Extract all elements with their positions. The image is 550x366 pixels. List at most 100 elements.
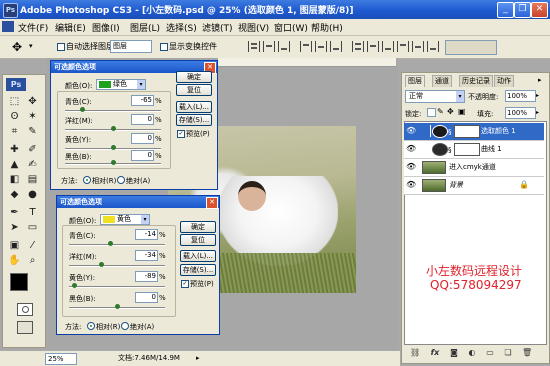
menu-select[interactable]: 选择(S) xyxy=(166,21,197,34)
cyan-slider[interactable] xyxy=(69,244,165,246)
black-value[interactable]: 0 xyxy=(131,150,154,161)
close-icon[interactable]: ✕ xyxy=(206,197,218,209)
healing-icon[interactable]: ✚ xyxy=(7,143,22,157)
menu-image[interactable]: 图像(I) xyxy=(92,21,120,34)
link-icon[interactable]: § xyxy=(448,128,452,136)
foreground-color[interactable] xyxy=(10,273,28,291)
auto-select-checkbox[interactable] xyxy=(57,43,65,51)
minimize-icon[interactable]: _ xyxy=(497,2,514,18)
eye-icon[interactable]: 👁 xyxy=(406,144,416,153)
tab-actions[interactable]: 动作 xyxy=(494,75,514,87)
eye-icon[interactable]: 👁 xyxy=(406,126,416,135)
new-layer-icon[interactable]: ❏ xyxy=(503,348,513,358)
cyan-slider-knob[interactable] xyxy=(79,107,85,112)
align-center-icon[interactable] xyxy=(315,41,327,52)
method-absolute-radio[interactable] xyxy=(121,322,129,330)
menu-layer[interactable]: 图层(L) xyxy=(130,21,160,34)
cyan-value[interactable]: -14 xyxy=(135,229,158,240)
path-select-icon[interactable]: ➤ xyxy=(7,221,22,235)
link-icon[interactable]: ⛓ xyxy=(410,348,420,358)
menu-edit[interactable]: 编辑(E) xyxy=(55,21,86,34)
black-slider-knob[interactable] xyxy=(111,160,116,165)
layer-row[interactable]: 👁 § 曲线 1 xyxy=(404,141,544,159)
load-button[interactable]: 载入(L)... xyxy=(176,101,212,113)
distribute-left-icon[interactable] xyxy=(397,41,409,52)
method-relative-radio[interactable] xyxy=(83,176,91,184)
mask-thumb[interactable] xyxy=(454,125,480,138)
magenta-slider[interactable] xyxy=(69,265,165,267)
move-icon[interactable]: ✥ xyxy=(12,40,22,54)
eyedropper-icon[interactable]: ⁄ xyxy=(25,239,40,253)
dodge-icon[interactable]: ● xyxy=(25,188,40,202)
quick-mask-icon[interactable] xyxy=(17,303,33,316)
yellow-slider[interactable] xyxy=(69,286,165,288)
crop-icon[interactable]: ⌗ xyxy=(7,125,22,139)
status-menu-icon[interactable]: ▸ xyxy=(196,354,200,362)
ok-button[interactable]: 确定 xyxy=(180,221,216,233)
magenta-value[interactable]: -34 xyxy=(135,250,158,261)
close-icon[interactable]: ✕ xyxy=(531,2,548,18)
align-right-icon[interactable] xyxy=(330,41,342,52)
zoom-icon[interactable]: ⌕ xyxy=(25,254,40,268)
opacity-field[interactable]: 100% xyxy=(505,90,536,102)
layer-row[interactable]: 👁 进入cmyk通道 xyxy=(404,159,544,177)
auto-select-dropdown[interactable]: 图层 xyxy=(110,40,152,53)
mask-icon[interactable]: ◙ xyxy=(449,348,459,358)
chevron-down-icon[interactable]: ▾ xyxy=(29,42,33,50)
method-absolute-radio[interactable] xyxy=(117,176,125,184)
menu-help[interactable]: 帮助(H) xyxy=(311,21,343,34)
eye-icon[interactable]: 👁 xyxy=(406,180,416,189)
align-middle-icon[interactable] xyxy=(263,41,275,52)
yellow-value[interactable]: 0 xyxy=(131,133,154,144)
color-select[interactable]: 绿色 ▾ xyxy=(96,79,146,90)
distribute-bottom-icon[interactable] xyxy=(382,41,394,52)
opacity-arrow-icon[interactable]: ▸ xyxy=(536,92,539,99)
zoom-field[interactable]: 25% xyxy=(45,353,77,365)
cyan-value[interactable]: -65 xyxy=(131,95,154,106)
yellow-value[interactable]: -89 xyxy=(135,271,158,282)
hand-icon[interactable]: ✋ xyxy=(7,254,22,268)
layer-row[interactable]: 👁 背景 🔒 xyxy=(404,177,544,195)
method-relative-radio[interactable] xyxy=(87,322,95,330)
link-icon[interactable]: § xyxy=(448,146,452,154)
history-brush-icon[interactable]: ✍ xyxy=(25,158,40,172)
reset-button[interactable]: 复位 xyxy=(176,84,212,96)
gradient-icon[interactable]: ▤ xyxy=(25,173,40,187)
yellow-slider-knob[interactable] xyxy=(111,145,116,150)
screen-mode-icon[interactable] xyxy=(17,321,33,334)
preview-checkbox[interactable]: ✓ xyxy=(181,280,189,288)
stamp-icon[interactable]: ▲ xyxy=(7,158,22,172)
magenta-value[interactable]: 0 xyxy=(131,114,154,125)
lasso-icon[interactable]: ʘ xyxy=(7,110,22,124)
eraser-icon[interactable]: ◧ xyxy=(7,173,22,187)
marquee-icon[interactable]: ⬚ xyxy=(7,95,22,109)
black-value[interactable]: 0 xyxy=(135,292,158,303)
shape-icon[interactable]: ▭ xyxy=(25,221,40,235)
panel-menu-icon[interactable]: ▸ xyxy=(538,76,542,84)
tab-layers[interactable]: 图层 xyxy=(405,75,425,87)
trash-icon[interactable]: 🗑 xyxy=(522,348,532,358)
type-icon[interactable]: T xyxy=(25,206,40,220)
palette-well[interactable] xyxy=(445,40,497,55)
notes-icon[interactable]: ▣ xyxy=(7,239,22,253)
blend-mode-select[interactable]: 正常 ▾ xyxy=(405,90,465,103)
menu-window[interactable]: 窗口(W) xyxy=(274,21,308,34)
save-button[interactable]: 存储(S)... xyxy=(180,264,216,276)
fill-field[interactable]: 100% xyxy=(505,107,536,119)
ok-button[interactable]: 确定 xyxy=(176,71,212,83)
menu-filter[interactable]: 滤镜(T) xyxy=(202,21,233,34)
align-left-icon[interactable] xyxy=(300,41,312,52)
load-button[interactable]: 载入(L)... xyxy=(180,250,216,262)
black-slider-knob[interactable] xyxy=(115,304,120,309)
adjustment-icon[interactable]: ◐ xyxy=(467,348,477,358)
pen-icon[interactable]: ✒ xyxy=(7,206,22,220)
layer-row[interactable]: 👁 § 选取颜色 1 xyxy=(404,123,544,141)
distribute-right-icon[interactable] xyxy=(427,41,439,52)
blur-icon[interactable]: ◆ xyxy=(7,188,22,202)
fill-arrow-icon[interactable]: ▸ xyxy=(536,109,539,116)
lock-all-icon[interactable]: ▣ xyxy=(458,107,466,116)
restore-icon[interactable]: ❐ xyxy=(514,2,531,18)
menu-file[interactable]: 文件(F) xyxy=(18,21,48,34)
reset-button[interactable]: 复位 xyxy=(180,234,216,246)
distribute-center-icon[interactable] xyxy=(412,41,424,52)
